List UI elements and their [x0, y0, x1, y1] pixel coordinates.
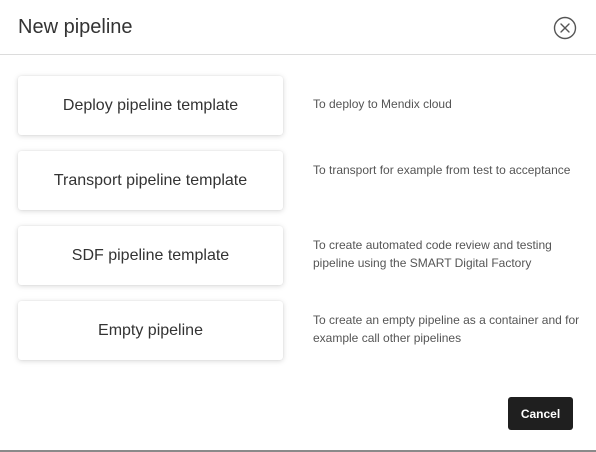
option-description: To transport for example from test to ac…: [313, 163, 571, 177]
dialog-title: New pipeline: [18, 16, 133, 38]
option-label: SDF pipeline template: [71, 246, 230, 264]
dialog-header: New pipeline: [0, 0, 596, 55]
cancel-button[interactable]: Cancel: [508, 397, 573, 430]
option-label: Empty pipeline: [98, 321, 203, 339]
close-circle-icon: [553, 16, 577, 40]
new-pipeline-dialog: New pipeline Deploy pipeline template To…: [0, 0, 596, 452]
sdf-pipeline-template-option[interactable]: SDF pipeline template: [18, 226, 283, 285]
transport-pipeline-template-option[interactable]: Transport pipeline template: [18, 151, 283, 210]
cancel-button-label: Cancel: [520, 406, 561, 421]
option-description: To create automated code review and test…: [313, 238, 552, 270]
option-description: To create an empty pipeline as a contain…: [313, 313, 580, 345]
empty-pipeline-option[interactable]: Empty pipeline: [18, 301, 283, 360]
option-label: Transport pipeline template: [53, 171, 248, 189]
option-label: Deploy pipeline template: [62, 96, 239, 114]
close-button[interactable]: [553, 16, 577, 40]
deploy-pipeline-template-option[interactable]: Deploy pipeline template: [18, 76, 283, 135]
option-description: To deploy to Mendix cloud: [313, 97, 452, 111]
